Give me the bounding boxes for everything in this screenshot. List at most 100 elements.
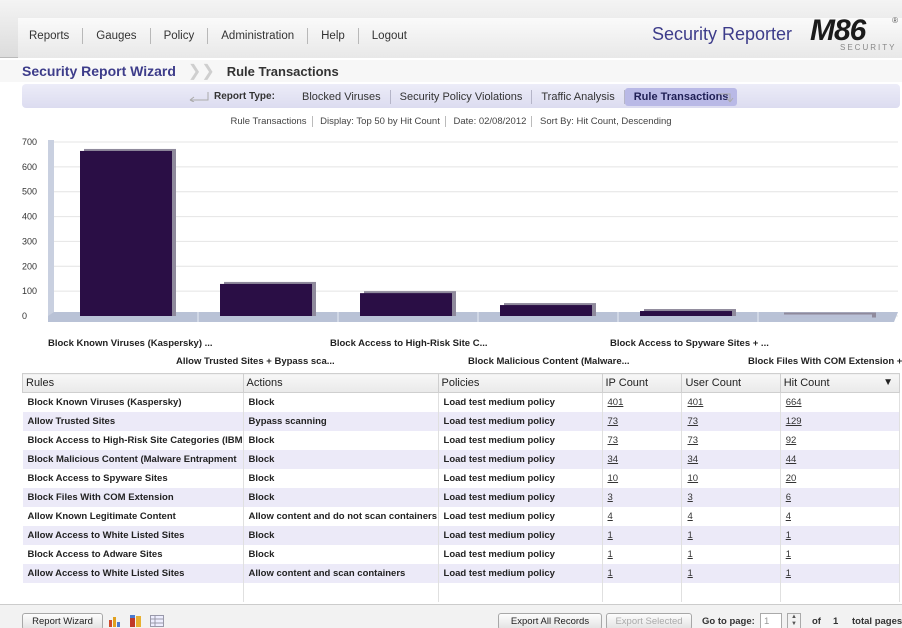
table-row[interactable]: Allow Trusted Sites Bypass scanning Load t… (22, 411, 901, 431)
table-row[interactable]: Block Files With COM Extension Block Load … (22, 487, 901, 507)
export-selected-button[interactable]: Export Selected (606, 613, 692, 628)
empty-cell (243, 582, 439, 602)
col-hit-count[interactable]: Hit Count ▼ (779, 373, 901, 393)
cell-policy: Load test medium policy (438, 563, 603, 583)
cell-user-count[interactable]: 73 (681, 411, 781, 431)
cell-rule: Block Known Viruses (Kaspersky) (22, 392, 244, 412)
cell-user-count[interactable]: 10 (681, 468, 781, 488)
table-empty-row (22, 582, 901, 602)
cell-ip-count[interactable]: 73 (602, 430, 683, 450)
col-actions[interactable]: Actions (242, 373, 439, 393)
col-ip-count[interactable]: IP Count (601, 373, 683, 393)
col-rules[interactable]: Rules (22, 373, 244, 393)
table-view-icon[interactable] (150, 615, 164, 627)
cell-policy: Load test medium policy (438, 468, 603, 488)
cell-hit-count[interactable]: 6 (780, 487, 901, 507)
table-row[interactable]: Block Access to Adware Sites Block Load te… (22, 544, 901, 564)
nav-administration[interactable]: Administration (208, 28, 309, 44)
page-spinner[interactable]: ▲ ▼ (787, 613, 801, 628)
col-user-count[interactable]: User Count (681, 373, 781, 393)
stacked-chart-icon[interactable] (129, 615, 143, 627)
report-type-next-arrow-icon (718, 93, 734, 103)
tab-traffic-analysis[interactable]: Traffic Analysis (532, 90, 625, 104)
empty-cell (602, 582, 683, 602)
table-row[interactable]: Allow Known Legitimate Content Allow cont… (22, 506, 901, 526)
tab-blocked-viruses[interactable]: Blocked Viruses (293, 90, 391, 104)
cell-user-count[interactable]: 1 (681, 544, 781, 564)
bar (220, 283, 312, 316)
cell-user-count[interactable]: 1 (681, 563, 781, 583)
report-wizard-button[interactable]: Report Wizard (22, 613, 103, 628)
cell-action: Block (243, 430, 439, 450)
cell-user-count[interactable]: 4 (681, 506, 781, 526)
cell-hit-count[interactable]: 129 (780, 411, 901, 431)
cell-policy: Load test medium policy (438, 449, 603, 469)
y-axis (48, 140, 54, 318)
table-row[interactable]: Allow Access to White Listed Sites Allow … (22, 563, 901, 583)
col-hit-count-label: Hit Count (783, 377, 830, 389)
col-policies[interactable]: Policies (437, 373, 603, 393)
sort-desc-icon[interactable]: ▼ (883, 377, 893, 388)
cell-ip-count[interactable]: 401 (602, 392, 683, 412)
cell-user-count[interactable]: 401 (681, 392, 781, 412)
cell-hit-count[interactable]: 4 (780, 506, 901, 526)
cell-policy: Load test medium policy (438, 392, 603, 412)
cell-user-count[interactable]: 34 (681, 449, 781, 469)
cell-ip-count[interactable]: 4 (602, 506, 683, 526)
cell-action: Block (243, 392, 439, 412)
cell-rule: Allow Trusted Sites (22, 411, 244, 431)
info-display: Display: Top 50 by Hit Count (315, 116, 446, 127)
nav-help[interactable]: Help (308, 28, 359, 44)
cell-user-count[interactable]: 3 (681, 487, 781, 507)
cell-rule: Allow Access to White Listed Sites (22, 563, 244, 583)
table-row[interactable]: Block Known Viruses (Kaspersky) Block Load… (22, 392, 901, 412)
cell-ip-count[interactable]: 10 (602, 468, 683, 488)
cell-user-count[interactable]: 73 (681, 430, 781, 450)
main-nav: Reports Gauges Policy Administration Hel… (16, 28, 420, 44)
cell-ip-count[interactable]: 1 (602, 563, 683, 583)
cell-ip-count[interactable]: 73 (602, 411, 683, 431)
cell-policy: Load test medium policy (438, 487, 603, 507)
table-row[interactable]: Allow Access to White Listed Sites Block L… (22, 525, 901, 545)
cell-user-count[interactable]: 1 (681, 525, 781, 545)
cell-action: Block (243, 544, 439, 564)
total-pages-label: total pages (852, 616, 902, 627)
app-title: Security Reporter (652, 24, 793, 44)
cell-hit-count[interactable]: 1 (780, 525, 901, 545)
cell-action: Block (243, 449, 439, 469)
cell-hit-count[interactable]: 20 (780, 468, 901, 488)
y-tick-label: 0 (22, 311, 27, 321)
cell-hit-count[interactable]: 1 (780, 544, 901, 564)
cell-hit-count[interactable]: 664 (780, 392, 901, 412)
nav-policy[interactable]: Policy (151, 28, 209, 44)
table-row[interactable]: Block Malicious Content (Malware Entrapm… (22, 449, 901, 469)
cell-action: Allow content and do not scan containers (243, 506, 439, 526)
rules-table: Rules Actions Policies IP Count User Cou… (22, 373, 901, 602)
cell-hit-count[interactable]: 1 (780, 563, 901, 583)
report-type-bar: Report Type: Blocked Viruses Security Po… (22, 84, 900, 108)
x-category-label: Block Access to High-Risk Site C... (330, 338, 488, 349)
breadcrumb-chevron-icon: ❯❯ (187, 63, 215, 80)
nav-logout[interactable]: Logout (359, 28, 420, 44)
nav-gauges[interactable]: Gauges (83, 28, 151, 44)
bar (80, 150, 172, 316)
export-all-records-button[interactable]: Export All Records (498, 613, 602, 628)
cell-policy: Load test medium policy (438, 525, 603, 545)
empty-cell (438, 582, 603, 602)
cell-ip-count[interactable]: 34 (602, 449, 683, 469)
breadcrumb-wizard[interactable]: Security Report Wizard (22, 63, 176, 79)
table-row[interactable]: Block Access to High-Risk Site Categorie… (22, 430, 901, 450)
bar-chart-icon[interactable] (108, 615, 122, 627)
cell-ip-count[interactable]: 1 (602, 544, 683, 564)
cell-hit-count[interactable]: 44 (780, 449, 901, 469)
table-row[interactable]: Block Access to Spyware Sites Block Load t… (22, 468, 901, 488)
tab-security-policy-violations[interactable]: Security Policy Violations (391, 90, 533, 104)
nav-reports[interactable]: Reports (16, 28, 84, 44)
cell-hit-count[interactable]: 92 (780, 430, 901, 450)
page-number-input[interactable] (760, 613, 782, 628)
x-category-label: Allow Trusted Sites + Bypass sca... (176, 356, 335, 367)
cell-ip-count[interactable]: 1 (602, 525, 683, 545)
bar (500, 305, 592, 316)
info-sort: Sort By: Hit Count, Descending (540, 116, 672, 127)
cell-ip-count[interactable]: 3 (602, 487, 683, 507)
